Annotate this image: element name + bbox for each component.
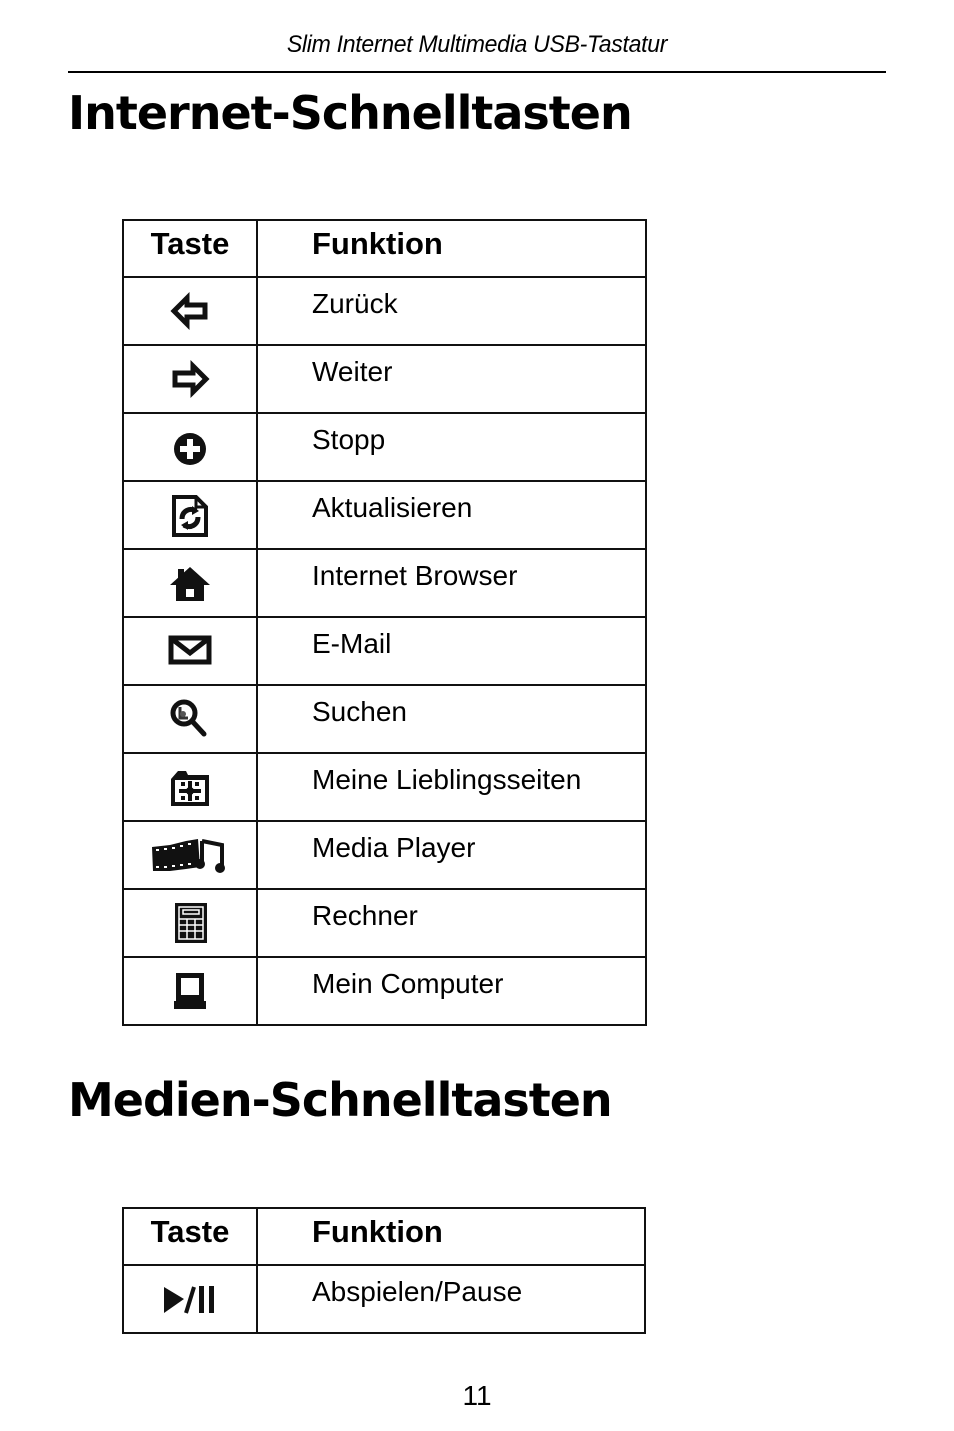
key-cell [122, 956, 258, 1026]
table-row: Mein Computer [122, 956, 647, 1026]
column-header-key-label: Taste [150, 1214, 230, 1249]
back-arrow-icon [168, 289, 212, 333]
function-label: Suchen [312, 696, 407, 727]
table-row: Stopp [122, 412, 647, 482]
key-cell [122, 480, 258, 550]
column-header-function: Funktion [256, 1207, 646, 1266]
function-label: Abspielen/Pause [312, 1276, 523, 1307]
function-cell: Suchen [256, 684, 647, 754]
function-label: Rechner [312, 900, 418, 931]
key-cell [122, 344, 258, 414]
function-label: Stopp [312, 424, 386, 455]
column-header-function: Funktion [256, 219, 647, 278]
function-cell: Stopp [256, 412, 647, 482]
function-label: Weiter [312, 356, 393, 387]
key-cell [122, 1264, 258, 1334]
function-cell: Abspielen/Pause [256, 1264, 646, 1334]
function-cell: Internet Browser [256, 548, 647, 618]
refresh-icon [168, 493, 212, 537]
function-label: Aktualisieren [312, 492, 473, 523]
table-row: Weiter [122, 344, 647, 414]
function-cell: Mein Computer [256, 956, 647, 1026]
key-cell [122, 276, 258, 346]
table-row: Rechner [122, 888, 647, 958]
function-cell: Rechner [256, 888, 647, 958]
favorites-folder-icon [168, 765, 212, 809]
play-pause-icon [158, 1277, 222, 1321]
table-row: Internet Browser [122, 548, 647, 618]
table-row: Suchen [122, 684, 647, 754]
table-header-row: Taste Funktion [122, 1207, 646, 1266]
key-cell [122, 412, 258, 482]
function-cell: Meine Lieblingsseiten [256, 752, 647, 822]
page-number: 11 [462, 1380, 492, 1411]
media-player-icon [150, 833, 230, 877]
function-cell: Media Player [256, 820, 647, 890]
table-row: Abspielen/Pause [122, 1264, 646, 1334]
stop-icon [168, 425, 212, 469]
key-cell [122, 888, 258, 958]
key-cell [122, 616, 258, 686]
column-header-function-label: Funktion [312, 1214, 443, 1249]
function-label: E-Mail [312, 628, 392, 659]
table-header-row: Taste Funktion [122, 219, 647, 278]
media-keys-table: Taste Funktion Abspielen/Pause [122, 1207, 646, 1334]
calculator-icon [168, 901, 212, 945]
key-cell [122, 820, 258, 890]
table-row: Aktualisieren [122, 480, 647, 550]
column-header-function-label: Funktion [312, 226, 443, 261]
table-row: Media Player [122, 820, 647, 890]
key-cell [122, 752, 258, 822]
column-header-key: Taste [122, 1207, 258, 1266]
mail-icon [168, 629, 212, 673]
function-cell: Aktualisieren [256, 480, 647, 550]
table-row: Zurück [122, 276, 647, 346]
key-cell [122, 684, 258, 754]
search-icon [168, 697, 212, 741]
function-label: Zurück [312, 288, 398, 319]
home-icon [168, 561, 212, 605]
function-label: Media Player [312, 832, 476, 863]
function-label: Internet Browser [312, 560, 518, 591]
key-cell [122, 548, 258, 618]
running-header: Slim Internet Multimedia USB-Tastatur [286, 31, 668, 58]
section-title-internet: Internet-Schnelltasten [68, 86, 633, 140]
function-label: Mein Computer [312, 968, 504, 999]
my-computer-icon [168, 969, 212, 1013]
section-title-media: Medien-Schnelltasten [68, 1073, 613, 1127]
function-label: Meine Lieblingsseiten [312, 764, 582, 795]
table-row: Meine Lieblingsseiten [122, 752, 647, 822]
header-rule [68, 71, 886, 73]
internet-keys-table: Taste Funktion Zurück Weiter Stopp Aktua… [122, 219, 647, 1026]
function-cell: E-Mail [256, 616, 647, 686]
column-header-key: Taste [122, 219, 258, 278]
forward-arrow-icon [168, 357, 212, 401]
function-cell: Weiter [256, 344, 647, 414]
function-cell: Zurück [256, 276, 647, 346]
column-header-key-label: Taste [150, 226, 230, 261]
table-row: E-Mail [122, 616, 647, 686]
